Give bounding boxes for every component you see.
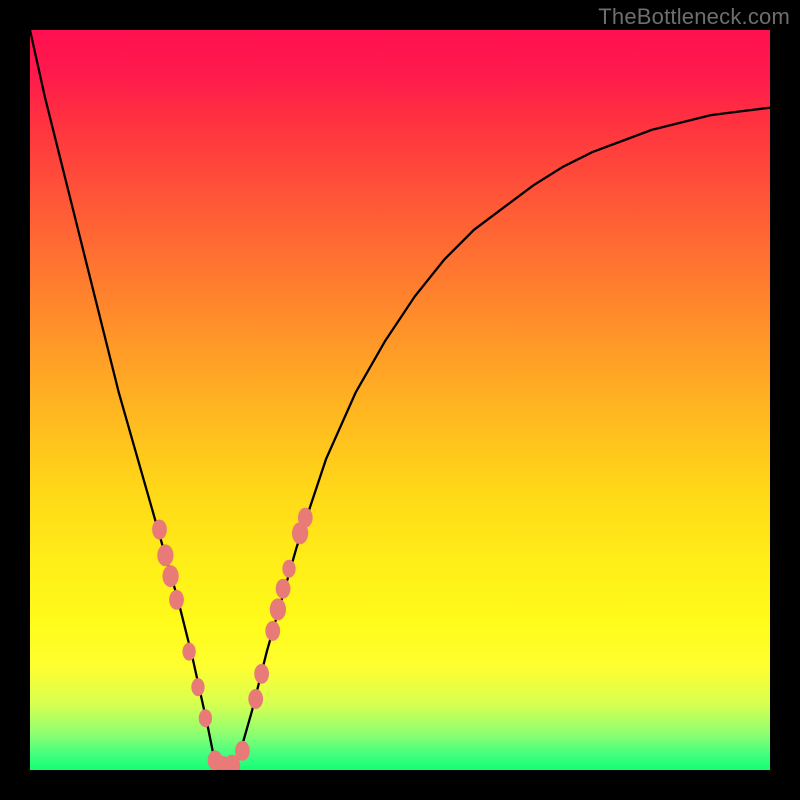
highlight-point	[254, 664, 269, 684]
highlight-point	[235, 741, 250, 761]
highlight-point	[162, 565, 178, 587]
highlight-point	[182, 643, 195, 661]
chart-container: TheBottleneck.com	[0, 0, 800, 800]
highlight-point	[265, 621, 280, 641]
highlight-point	[169, 590, 184, 610]
highlight-point	[191, 678, 204, 696]
curve-layer	[30, 30, 770, 770]
highlight-point	[276, 579, 291, 599]
highlight-point	[157, 544, 173, 566]
highlight-point	[248, 689, 263, 709]
plot-area	[30, 30, 770, 770]
bottleneck-curve	[30, 30, 770, 770]
highlight-point	[199, 709, 212, 727]
highlight-point	[298, 508, 313, 528]
highlight-point	[152, 520, 167, 540]
highlight-point	[282, 560, 295, 578]
highlight-point	[270, 598, 286, 620]
highlighted-points	[152, 508, 313, 770]
watermark-text: TheBottleneck.com	[598, 4, 790, 30]
